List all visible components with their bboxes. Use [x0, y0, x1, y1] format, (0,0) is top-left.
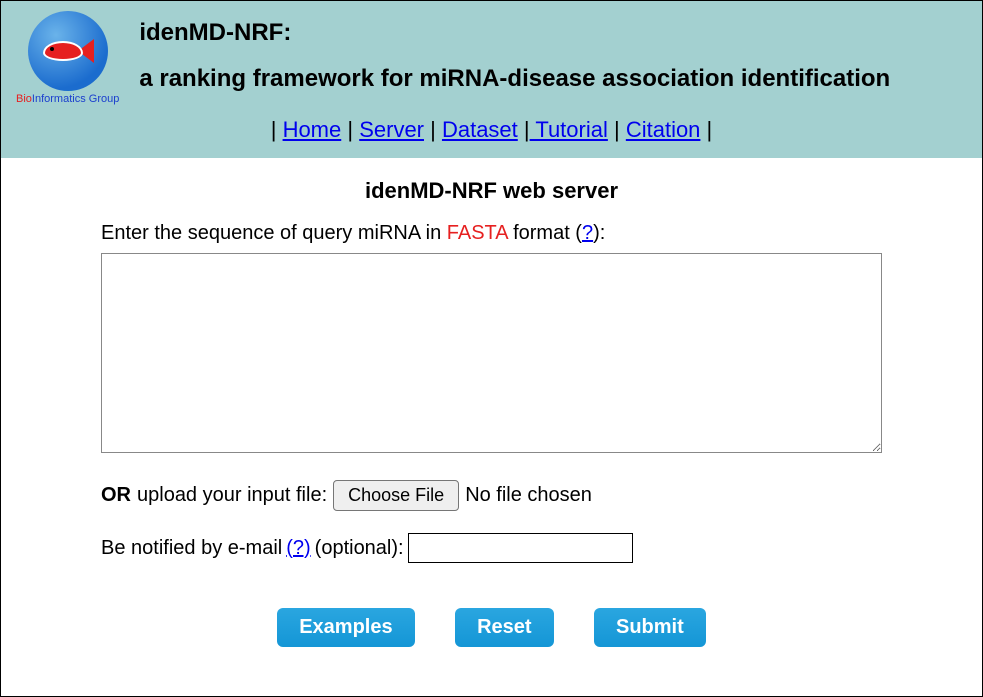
- logo-text-info: Informatics: [32, 93, 86, 105]
- nav-home[interactable]: Home: [283, 117, 342, 142]
- email-row: Be notified by e-mail (?) (optional):: [101, 533, 882, 563]
- site-title-1: idenMD-NRF:: [139, 19, 890, 47]
- email-help-link[interactable]: (?): [286, 537, 310, 560]
- logo-caption: BioInformatics Group: [16, 93, 119, 105]
- header-top: BioInformatics Group idenMD-NRF: a ranki…: [11, 11, 972, 105]
- fasta-help-link[interactable]: ?: [582, 222, 593, 244]
- nav-citation[interactable]: Citation: [626, 117, 701, 142]
- enter-mid: format (: [508, 222, 582, 244]
- no-file-chosen: No file chosen: [465, 484, 592, 507]
- titles: idenMD-NRF: a ranking framework for miRN…: [139, 11, 890, 93]
- fasta-word: FASTA: [447, 222, 508, 244]
- enter-suffix: ):: [593, 222, 605, 244]
- or-label: OR: [101, 484, 131, 507]
- fish-eye-icon: [50, 47, 54, 51]
- page-title: idenMD-NRF web server: [101, 178, 882, 204]
- header: BioInformatics Group idenMD-NRF: a ranki…: [1, 1, 982, 158]
- upload-row: OR upload your input file: Choose File N…: [101, 480, 882, 511]
- sequence-textarea[interactable]: [101, 253, 882, 453]
- main: idenMD-NRF web server Enter the sequence…: [1, 158, 982, 647]
- reset-button[interactable]: Reset: [455, 608, 553, 647]
- email-input[interactable]: [408, 533, 633, 563]
- sequence-label: Enter the sequence of query miRNA in FAS…: [101, 222, 882, 245]
- button-row: Examples Reset Submit: [101, 608, 882, 647]
- email-label-post: (optional):: [315, 537, 404, 560]
- email-label-pre: Be notified by e-mail: [101, 537, 282, 560]
- submit-button[interactable]: Submit: [594, 608, 706, 647]
- fish-body-icon: [43, 41, 83, 61]
- logo-icon: [28, 11, 108, 91]
- nav: | Home | Server | Dataset | Tutorial | C…: [11, 117, 972, 143]
- upload-label: upload your input file:: [137, 484, 327, 507]
- site-title-2: a ranking framework for miRNA-disease as…: [139, 65, 890, 93]
- nav-tutorial[interactable]: Tutorial: [530, 117, 608, 142]
- logo: BioInformatics Group: [16, 11, 119, 105]
- nav-server[interactable]: Server: [359, 117, 424, 142]
- logo-text-group: Group: [86, 93, 120, 105]
- logo-text-bio: Bio: [16, 93, 32, 105]
- nav-dataset[interactable]: Dataset: [442, 117, 518, 142]
- enter-prefix: Enter the sequence of query miRNA in: [101, 222, 447, 244]
- examples-button[interactable]: Examples: [277, 608, 414, 647]
- choose-file-button[interactable]: Choose File: [333, 480, 459, 511]
